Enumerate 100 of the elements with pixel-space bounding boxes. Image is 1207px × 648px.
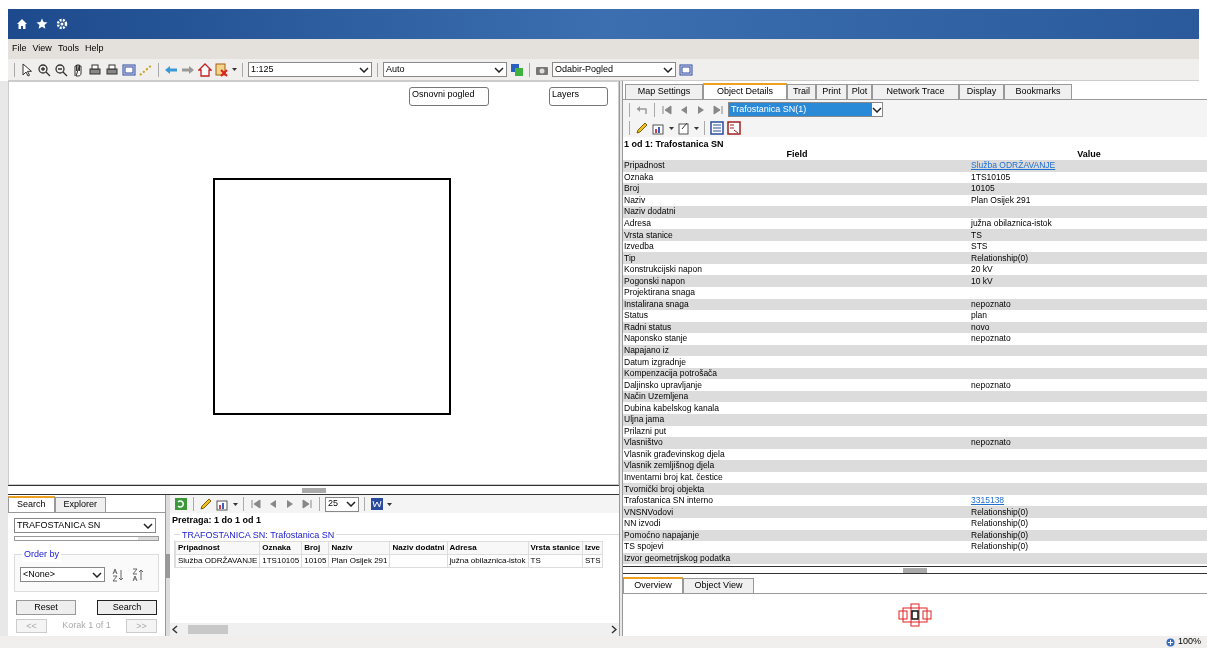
table-cell: TS bbox=[528, 554, 583, 567]
clear-icon[interactable] bbox=[215, 62, 229, 77]
first-page-icon[interactable] bbox=[660, 102, 674, 117]
tab[interactable]: Explorer bbox=[54, 497, 107, 512]
word-export-icon[interactable] bbox=[370, 497, 384, 511]
column-header[interactable]: Oznaka bbox=[259, 541, 302, 554]
chart-icon[interactable] bbox=[216, 497, 230, 511]
column-header[interactable]: Broj bbox=[301, 541, 329, 554]
details-title: 1 od 1: Trafostanica SN bbox=[623, 139, 725, 149]
table-cell: STS bbox=[582, 554, 603, 567]
value-link[interactable]: 3315138 bbox=[971, 495, 1005, 507]
splitter-handle[interactable] bbox=[903, 567, 927, 573]
select-pointer-icon[interactable] bbox=[20, 62, 34, 77]
detail-row[interactable]: Tip Relationship(0) bbox=[623, 252, 1207, 264]
menu-item[interactable]: File bbox=[12, 42, 27, 56]
scrollbar-thumb[interactable] bbox=[188, 625, 228, 634]
chevron-down-icon bbox=[346, 501, 356, 507]
sort-descending-icon[interactable] bbox=[131, 567, 145, 582]
printer-icon[interactable] bbox=[88, 62, 102, 77]
column-header[interactable]: Adresa bbox=[447, 541, 529, 554]
view-dropdown[interactable]: Odabir-Pogled bbox=[552, 62, 676, 77]
tab[interactable]: Map Settings bbox=[625, 84, 703, 99]
tab[interactable]: Bookmarks bbox=[1004, 84, 1072, 99]
home-icon[interactable] bbox=[16, 18, 28, 30]
last-page-icon[interactable] bbox=[300, 497, 314, 511]
reset-button[interactable]: Reset bbox=[16, 600, 76, 615]
scale-dropdown[interactable]: 1:125 bbox=[248, 62, 372, 77]
refresh-icon[interactable] bbox=[174, 497, 188, 511]
detail-row[interactable]: Vrsta stanice TS bbox=[623, 229, 1207, 241]
horizontal-scrollbar[interactable] bbox=[170, 623, 619, 636]
window-icon[interactable] bbox=[679, 62, 693, 77]
detail-row[interactable]: Broj 10105 bbox=[623, 183, 1207, 195]
caret-icon bbox=[387, 502, 392, 506]
layers-icon[interactable] bbox=[510, 62, 524, 77]
object-dropdown[interactable]: Trafostanica SN(1) bbox=[728, 102, 883, 117]
table-icon[interactable] bbox=[727, 121, 741, 135]
detail-row[interactable]: Uljna jama bbox=[623, 414, 1207, 426]
tab[interactable]: Object Details bbox=[703, 83, 787, 99]
first-page-icon[interactable] bbox=[249, 497, 263, 511]
column-header[interactable]: Izve bbox=[582, 541, 603, 554]
home-icon[interactable] bbox=[198, 62, 212, 77]
order-by-dropdown[interactable]: <None> bbox=[20, 567, 105, 582]
chevron-down-icon bbox=[663, 66, 673, 73]
chevron-left-icon bbox=[172, 625, 178, 634]
map-view-button[interactable]: Osnovni pogled bbox=[409, 87, 489, 106]
tab[interactable]: Display bbox=[959, 84, 1004, 99]
pencil-icon[interactable] bbox=[635, 121, 649, 135]
zoom-level: 100% bbox=[1177, 635, 1201, 648]
menu-item[interactable]: Tools bbox=[57, 42, 79, 56]
column-header[interactable]: Naziv dodatni bbox=[390, 541, 447, 554]
column-header[interactable]: Vrsta stanice bbox=[528, 541, 583, 554]
map-view-button[interactable]: Layers bbox=[549, 87, 608, 106]
group-label: TRAFOSTANICA SN: Trafostanica SN bbox=[181, 529, 336, 540]
chart-icon[interactable] bbox=[652, 121, 666, 135]
list-icon[interactable] bbox=[710, 121, 724, 135]
column-header[interactable]: Pripadnost bbox=[175, 541, 260, 554]
menu-item[interactable]: View bbox=[32, 42, 52, 56]
frame-icon[interactable] bbox=[122, 62, 136, 77]
tab[interactable]: Object View bbox=[683, 578, 754, 594]
sort-ascending-icon[interactable] bbox=[111, 567, 125, 582]
table-cell: Plan Osijek 291 bbox=[328, 554, 390, 567]
detail-row[interactable]: Tvornički broj objekta bbox=[623, 483, 1207, 495]
tab[interactable]: Search bbox=[8, 496, 55, 512]
detail-row[interactable]: Naziv dodatni bbox=[623, 206, 1207, 218]
caret-icon bbox=[232, 68, 237, 71]
mode-dropdown[interactable]: Auto bbox=[383, 62, 507, 77]
last-page-icon[interactable] bbox=[711, 102, 725, 117]
layer-dropdown[interactable]: TRAFOSTANICA SN bbox=[14, 518, 156, 533]
chevron-down-icon bbox=[359, 66, 369, 73]
detail-row[interactable]: Vlasništvo nepoznato bbox=[623, 437, 1207, 449]
tab[interactable]: Overview bbox=[623, 577, 683, 594]
page-size-dropdown[interactable]: 25 bbox=[325, 496, 359, 512]
detail-row[interactable]: VNSNVodovi Relationship(0) bbox=[623, 506, 1207, 518]
chevron-down-icon bbox=[494, 66, 504, 73]
map-canvas[interactable]: Osnovni pogled Layers bbox=[8, 81, 619, 485]
table-cell: 1TS10105 bbox=[259, 554, 302, 567]
hand-icon[interactable] bbox=[71, 62, 85, 77]
detail-row[interactable]: Vlasnik zemljišnog djela bbox=[623, 460, 1207, 472]
zoom-out-icon[interactable] bbox=[54, 62, 68, 77]
caret-icon bbox=[694, 126, 699, 130]
zoom-icon bbox=[1165, 637, 1175, 647]
splitter-handle[interactable] bbox=[166, 553, 170, 578]
tab[interactable]: Trail bbox=[787, 84, 816, 99]
search-button[interactable]: Search bbox=[97, 600, 157, 615]
splitter-handle[interactable] bbox=[301, 487, 326, 493]
group-label: Order by bbox=[22, 548, 61, 562]
pencil-icon[interactable] bbox=[199, 497, 213, 511]
zoom-in-icon[interactable] bbox=[37, 62, 51, 77]
tab[interactable]: Network Trace bbox=[872, 84, 959, 99]
edit-document-icon[interactable] bbox=[677, 121, 691, 135]
star-icon[interactable] bbox=[36, 18, 48, 30]
caret-icon bbox=[233, 502, 238, 506]
tab[interactable]: Print bbox=[816, 84, 847, 99]
printer-icon[interactable] bbox=[105, 62, 119, 77]
column-header[interactable]: Naziv bbox=[328, 541, 390, 554]
detail-row[interactable]: Pogonski napon 10 kV bbox=[623, 275, 1207, 287]
menu-item[interactable]: Help bbox=[84, 42, 104, 56]
tab[interactable]: Plot bbox=[847, 84, 872, 99]
settings-icon[interactable] bbox=[56, 18, 68, 30]
value-link[interactable]: Služba ODRŽAVANJE bbox=[971, 160, 1056, 172]
